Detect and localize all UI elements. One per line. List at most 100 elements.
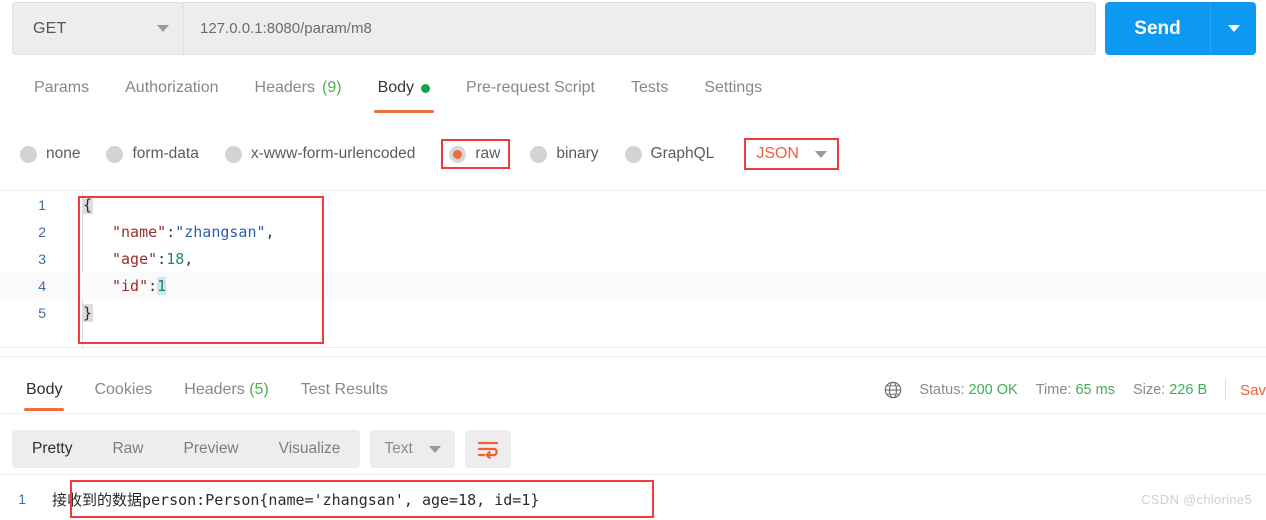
size-metric: Size: 226 B: [1133, 382, 1207, 398]
editor-line[interactable]: 3 "age":18,: [0, 245, 1266, 272]
active-tab-underline: [373, 110, 435, 113]
response-view-preview[interactable]: Preview: [164, 430, 259, 468]
divider-response-top: [0, 356, 1266, 357]
request-tab-headers[interactable]: Headers (9): [237, 75, 360, 97]
status-label: Status:: [919, 382, 965, 398]
radio-selected-dot: [453, 149, 463, 159]
http-method-label: GET: [33, 19, 67, 37]
word-wrap-icon: [477, 441, 498, 459]
response-tab-cookies[interactable]: Cookies: [78, 381, 168, 399]
body-type-binary[interactable]: binary: [530, 145, 599, 163]
body-type-label: none: [46, 145, 81, 162]
code-token: 18: [166, 249, 185, 268]
body-type-label: form-data: [132, 145, 199, 162]
response-view-visualize[interactable]: Visualize: [259, 430, 361, 468]
response-tab-test-results[interactable]: Test Results: [285, 381, 404, 399]
tab-label: Headers: [254, 79, 315, 96]
radio-icon: [530, 145, 548, 163]
word-wrap-button[interactable]: [464, 430, 511, 468]
response-view-pretty[interactable]: Pretty: [12, 430, 92, 468]
time-value: 65 ms: [1075, 382, 1115, 398]
save-response-button[interactable]: Sav: [1240, 382, 1266, 399]
request-tab-pre-request-script[interactable]: Pre-request Script: [448, 75, 613, 97]
chevron-down-icon: [814, 150, 827, 158]
tab-count: (5): [244, 381, 269, 398]
response-format-select[interactable]: Text: [370, 430, 455, 468]
request-tab-tests[interactable]: Tests: [613, 75, 686, 97]
radio-icon: [224, 145, 242, 163]
send-options-button[interactable]: [1210, 2, 1256, 55]
request-tab-body[interactable]: Body: [360, 75, 448, 113]
response-tab-headers[interactable]: Headers (5): [168, 381, 284, 399]
divider-response-body: [0, 474, 1266, 475]
body-type-raw[interactable]: raw: [441, 139, 511, 169]
tab-count: (9): [322, 79, 342, 96]
chevron-down-icon: [157, 25, 169, 32]
response-line-number: 1: [18, 491, 26, 507]
url-input[interactable]: 127.0.0.1:8080/param/m8: [183, 2, 1096, 55]
tab-label: Pre-request Script: [466, 79, 595, 96]
code-token: "age": [112, 249, 158, 268]
response-body-text: 接收到的数据person:Person{name='zhangsan', age…: [52, 490, 540, 509]
tab-label: Body: [377, 79, 415, 96]
http-method-select[interactable]: GET: [12, 2, 183, 55]
body-type-none[interactable]: none: [20, 145, 80, 163]
tab-label: Cookies: [94, 381, 153, 398]
send-button[interactable]: Send: [1105, 2, 1210, 55]
body-type-form-data[interactable]: form-data: [106, 145, 199, 163]
chevron-down-icon: [428, 445, 441, 453]
editor-lines: 1{2 "name":"zhangsan", 3 "age":18, 4 "id":1 5}: [0, 191, 1266, 326]
request-tab-settings[interactable]: Settings: [686, 75, 780, 97]
time-metric: Time: 65 ms: [1036, 382, 1115, 398]
body-type-x-www-form-urlencoded[interactable]: x-www-form-urlencoded: [224, 145, 415, 163]
body-format-select[interactable]: JSON: [744, 138, 839, 170]
editor-line[interactable]: 5}: [0, 299, 1266, 326]
tab-label: Settings: [704, 79, 763, 96]
request-body-editor[interactable]: 1{2 "name":"zhangsan", 3 "age":18, 4 "id":1 5}: [0, 190, 1266, 348]
code-token: :: [148, 276, 158, 295]
response-view-raw[interactable]: Raw: [92, 430, 163, 468]
code-token: ,: [265, 222, 275, 241]
body-format-label: JSON: [756, 145, 799, 162]
time-label: Time:: [1035, 382, 1072, 398]
tab-label: Tests: [630, 79, 669, 96]
response-tab-body[interactable]: Body: [10, 381, 78, 411]
response-view-switcher: Pretty Raw Preview Visualize: [12, 430, 361, 468]
body-type-row: none form-data x-www-form-urlencoded raw bin…: [0, 131, 1266, 177]
send-group: Send: [1105, 2, 1256, 55]
code-token: "name": [112, 222, 167, 241]
radio-icon: [449, 145, 467, 163]
request-tab-authorization[interactable]: Authorization: [107, 75, 236, 97]
url-bar: GET 127.0.0.1:8080/param/m8 Send: [0, 0, 1266, 57]
radio-icon: [624, 145, 642, 163]
code-token: :: [157, 249, 167, 268]
line-code: "age":18,: [60, 250, 193, 268]
editor-line[interactable]: 4 "id":1: [0, 272, 1266, 299]
line-number: 2: [38, 223, 46, 240]
body-type-label: raw: [475, 145, 501, 162]
code-token: "id": [112, 276, 149, 295]
response-body: 1 接收到的数据person:Person{name='zhangsan', a…: [0, 478, 1266, 520]
size-label: Size:: [1132, 382, 1166, 398]
tab-label: Body: [26, 381, 63, 398]
size-value: 226 B: [1169, 382, 1208, 398]
response-meta: Status: 200 OK Time: 65 ms Size: 226 B S…: [883, 367, 1266, 413]
tab-label: Authorization: [125, 79, 219, 96]
editor-line[interactable]: 2 "name":"zhangsan",: [0, 218, 1266, 245]
active-tab-underline: [24, 408, 65, 411]
line-number: 3: [38, 250, 46, 267]
code-token: :: [166, 222, 176, 241]
divider-response-toolbar: [0, 413, 1266, 414]
chevron-down-icon: [1227, 25, 1240, 32]
meta-divider: [1225, 379, 1227, 401]
response-format-label: Text: [384, 440, 413, 457]
code-token: {: [82, 195, 94, 214]
request-tab-params[interactable]: Params: [16, 75, 107, 97]
code-token: ,: [184, 249, 194, 268]
url-text: 127.0.0.1:8080/param/m8: [200, 20, 372, 37]
tab-label: Params: [34, 79, 90, 96]
response-toolbar: Pretty Raw Preview Visualize Text: [0, 424, 1266, 474]
editor-line[interactable]: 1{: [0, 191, 1266, 218]
body-type-graphql[interactable]: GraphQL: [624, 145, 714, 163]
tab-label: Test Results: [300, 381, 388, 398]
